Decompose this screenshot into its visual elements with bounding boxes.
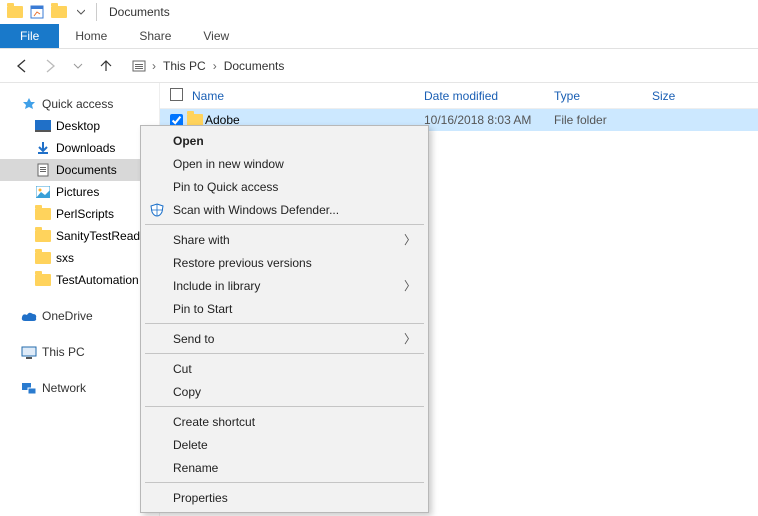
- ctx-properties[interactable]: Properties: [143, 486, 426, 509]
- column-type[interactable]: Type: [554, 89, 652, 103]
- column-headers[interactable]: Name Date modified Type Size: [160, 83, 758, 109]
- ctx-open-new-window[interactable]: Open in new window: [143, 152, 426, 175]
- ctx-create-shortcut[interactable]: Create shortcut: [143, 410, 426, 433]
- sidebar-thispc[interactable]: This PC: [0, 341, 159, 363]
- column-name[interactable]: Name: [192, 89, 424, 103]
- sidebar-network[interactable]: Network: [0, 377, 159, 399]
- sidebar-quick-access[interactable]: Quick access: [0, 93, 159, 115]
- sidebar-item-documents[interactable]: Documents: [0, 159, 159, 181]
- label: Share with: [173, 233, 230, 247]
- label: Send to: [173, 332, 214, 346]
- file-date: 10/16/2018 8:03 AM: [424, 113, 554, 127]
- sidebar-item-downloads[interactable]: Downloads: [0, 137, 159, 159]
- recent-dropdown-icon[interactable]: [66, 54, 90, 78]
- sidebar-item-desktop[interactable]: Desktop: [0, 115, 159, 137]
- qat-dropdown-icon[interactable]: [73, 4, 89, 20]
- title-bar: Documents: [0, 0, 758, 24]
- ctx-delete[interactable]: Delete: [143, 433, 426, 456]
- tab-view[interactable]: View: [187, 24, 245, 48]
- address-bar[interactable]: › This PC › Documents: [128, 58, 289, 74]
- forward-button[interactable]: [38, 54, 62, 78]
- pictures-icon: [34, 184, 52, 200]
- sidebar-item-testautomation[interactable]: TestAutomation: [0, 269, 159, 291]
- ctx-open[interactable]: Open: [143, 129, 426, 152]
- label: Scan with Windows Defender...: [173, 203, 339, 217]
- ctx-include-library[interactable]: Include in library 〉: [143, 274, 426, 297]
- file-type: File folder: [554, 113, 652, 127]
- label: sxs: [56, 251, 74, 265]
- ctx-restore-versions[interactable]: Restore previous versions: [143, 251, 426, 274]
- cloud-icon: [20, 308, 38, 324]
- label: PerlScripts: [56, 207, 114, 221]
- ctx-copy[interactable]: Copy: [143, 380, 426, 403]
- separator: [145, 224, 424, 225]
- sidebar-item-sxs[interactable]: sxs: [0, 247, 159, 269]
- folder-icon: [34, 206, 52, 222]
- label: Desktop: [56, 119, 100, 133]
- ctx-send-to[interactable]: Send to 〉: [143, 327, 426, 350]
- label: Pictures: [56, 185, 99, 199]
- tab-share[interactable]: Share: [123, 24, 187, 48]
- address-folder-icon: [131, 58, 147, 74]
- ribbon: File Home Share View: [0, 24, 758, 49]
- sidebar-item-perlscripts[interactable]: PerlScripts: [0, 203, 159, 225]
- qat-newfolder-icon[interactable]: [51, 4, 67, 20]
- separator: [145, 406, 424, 407]
- pc-icon: [20, 344, 38, 360]
- label: This PC: [42, 345, 85, 359]
- shield-icon: [149, 202, 165, 218]
- folder-icon: [34, 272, 52, 288]
- label: OneDrive: [42, 309, 93, 323]
- ctx-scan-defender[interactable]: Scan with Windows Defender...: [143, 198, 426, 221]
- label: Downloads: [56, 141, 115, 155]
- ctx-cut[interactable]: Cut: [143, 357, 426, 380]
- document-icon: [34, 162, 52, 178]
- tab-file[interactable]: File: [0, 24, 59, 48]
- ctx-share-with[interactable]: Share with 〉: [143, 228, 426, 251]
- ctx-rename[interactable]: Rename: [143, 456, 426, 479]
- folder-icon: [34, 228, 52, 244]
- separator: [145, 482, 424, 483]
- context-menu: Open Open in new window Pin to Quick acc…: [140, 125, 429, 513]
- select-all-checkbox[interactable]: [170, 88, 183, 101]
- separator: [145, 353, 424, 354]
- label: TestAutomation: [56, 273, 139, 287]
- tab-home[interactable]: Home: [59, 24, 123, 48]
- column-date[interactable]: Date modified: [424, 89, 554, 103]
- label: Documents: [56, 163, 117, 177]
- app-icon: [7, 4, 23, 20]
- separator: [96, 3, 97, 21]
- ctx-pin-quick-access[interactable]: Pin to Quick access: [143, 175, 426, 198]
- navigation-pane: Quick access Desktop Downloads Documents…: [0, 83, 160, 516]
- label: Include in library: [173, 279, 260, 293]
- ctx-pin-start[interactable]: Pin to Start: [143, 297, 426, 320]
- label: Network: [42, 381, 86, 395]
- chevron-right-icon: 〉: [404, 330, 416, 347]
- desktop-icon: [34, 118, 52, 134]
- back-button[interactable]: [10, 54, 34, 78]
- chevron-right-icon[interactable]: ›: [213, 59, 217, 73]
- navigation-bar: › This PC › Documents: [0, 49, 758, 83]
- window-title: Documents: [109, 5, 170, 19]
- download-icon: [34, 140, 52, 156]
- qat-properties-icon[interactable]: [29, 4, 45, 20]
- up-button[interactable]: [94, 54, 118, 78]
- label: Quick access: [42, 97, 113, 111]
- chevron-right-icon: 〉: [404, 231, 416, 248]
- folder-icon: [34, 250, 52, 266]
- chevron-right-icon: 〉: [404, 277, 416, 294]
- chevron-right-icon[interactable]: ›: [152, 59, 156, 73]
- separator: [145, 323, 424, 324]
- column-size[interactable]: Size: [652, 89, 712, 103]
- sidebar-item-pictures[interactable]: Pictures: [0, 181, 159, 203]
- network-icon: [20, 380, 38, 396]
- star-icon: [20, 96, 38, 112]
- breadcrumb-thispc[interactable]: This PC: [158, 59, 211, 73]
- label: SanityTestRead: [56, 229, 140, 243]
- breadcrumb-documents[interactable]: Documents: [219, 59, 290, 73]
- sidebar-item-sanitytestread[interactable]: SanityTestRead: [0, 225, 159, 247]
- sidebar-onedrive[interactable]: OneDrive: [0, 305, 159, 327]
